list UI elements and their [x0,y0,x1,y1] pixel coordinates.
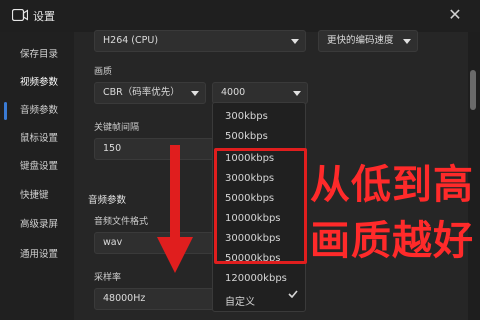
quality-mode-select[interactable]: CBR（码率优先） [94,82,206,104]
chevron-down-icon [403,39,411,44]
sidebar-item-audio[interactable]: 音频参数 [20,102,58,116]
bitrate-option[interactable]: 300kbps [225,111,268,122]
active-indicator [4,102,7,120]
annotation-line-1: 从低到高 [310,162,474,208]
encoder-select[interactable]: H264 (CPU) [94,30,306,52]
samplerate-value: 48000Hz [103,293,146,304]
bitrate-value: 4000 [221,87,246,98]
chevron-down-icon [291,39,299,44]
speed-value: 更快的编码速度 [327,35,394,46]
samplerate-label: 采样率 [94,273,122,283]
title-bar: 设置 ✕ [0,0,480,32]
keyframe-input[interactable]: 150 [94,138,214,160]
sidebar-item-video[interactable]: 视频参数 [20,74,58,88]
down-arrow-icon [157,145,193,273]
bitrate-option[interactable]: 500kbps [225,131,268,142]
camera-icon [12,9,28,21]
sidebar-item-save-dir[interactable]: 保存目录 [20,46,58,60]
chevron-down-icon [191,91,199,96]
sidebar-item-hotkeys[interactable]: 快捷键 [20,187,49,201]
sidebar-item-advanced[interactable]: 高级录屏 [20,216,58,230]
keyframe-value: 150 [103,143,122,154]
check-icon [288,290,298,298]
close-icon[interactable]: ✕ [446,6,464,24]
sidebar-item-mouse[interactable]: 鼠标设置 [20,130,58,144]
audio-format-select[interactable]: wav [94,232,214,254]
audio-format-label: 音频文件格式 [94,217,149,227]
encoder-value: H264 (CPU) [103,35,159,46]
sidebar-item-keyboard[interactable]: 键盘设置 [20,158,58,172]
keyframe-label: 关键帧间隔 [94,123,140,133]
scrollbar-thumb[interactable] [470,70,476,110]
samplerate-select[interactable]: 48000Hz [94,288,214,310]
sidebar: 保存目录 视频参数 音频参数 鼠标设置 键盘设置 快捷键 高级录屏 通用设置 [0,32,74,320]
quality-mode-value: CBR（码率优先） [103,87,180,98]
bitrate-option-custom[interactable]: 自定义 [225,293,255,308]
bitrate-select[interactable]: 4000 [212,82,308,104]
bitrate-option[interactable]: 120000kbps [225,273,287,284]
annotation-line-2: 画质越好 [310,218,474,264]
audio-format-value: wav [103,237,123,248]
audio-section-title: 音频参数 [88,195,127,206]
sidebar-item-general[interactable]: 通用设置 [20,246,58,260]
speed-select[interactable]: 更快的编码速度 [318,30,418,52]
quality-label: 画质 [94,67,113,77]
chevron-down-icon [293,91,301,96]
highlight-box [214,148,307,264]
window-title: 设置 [33,10,55,23]
